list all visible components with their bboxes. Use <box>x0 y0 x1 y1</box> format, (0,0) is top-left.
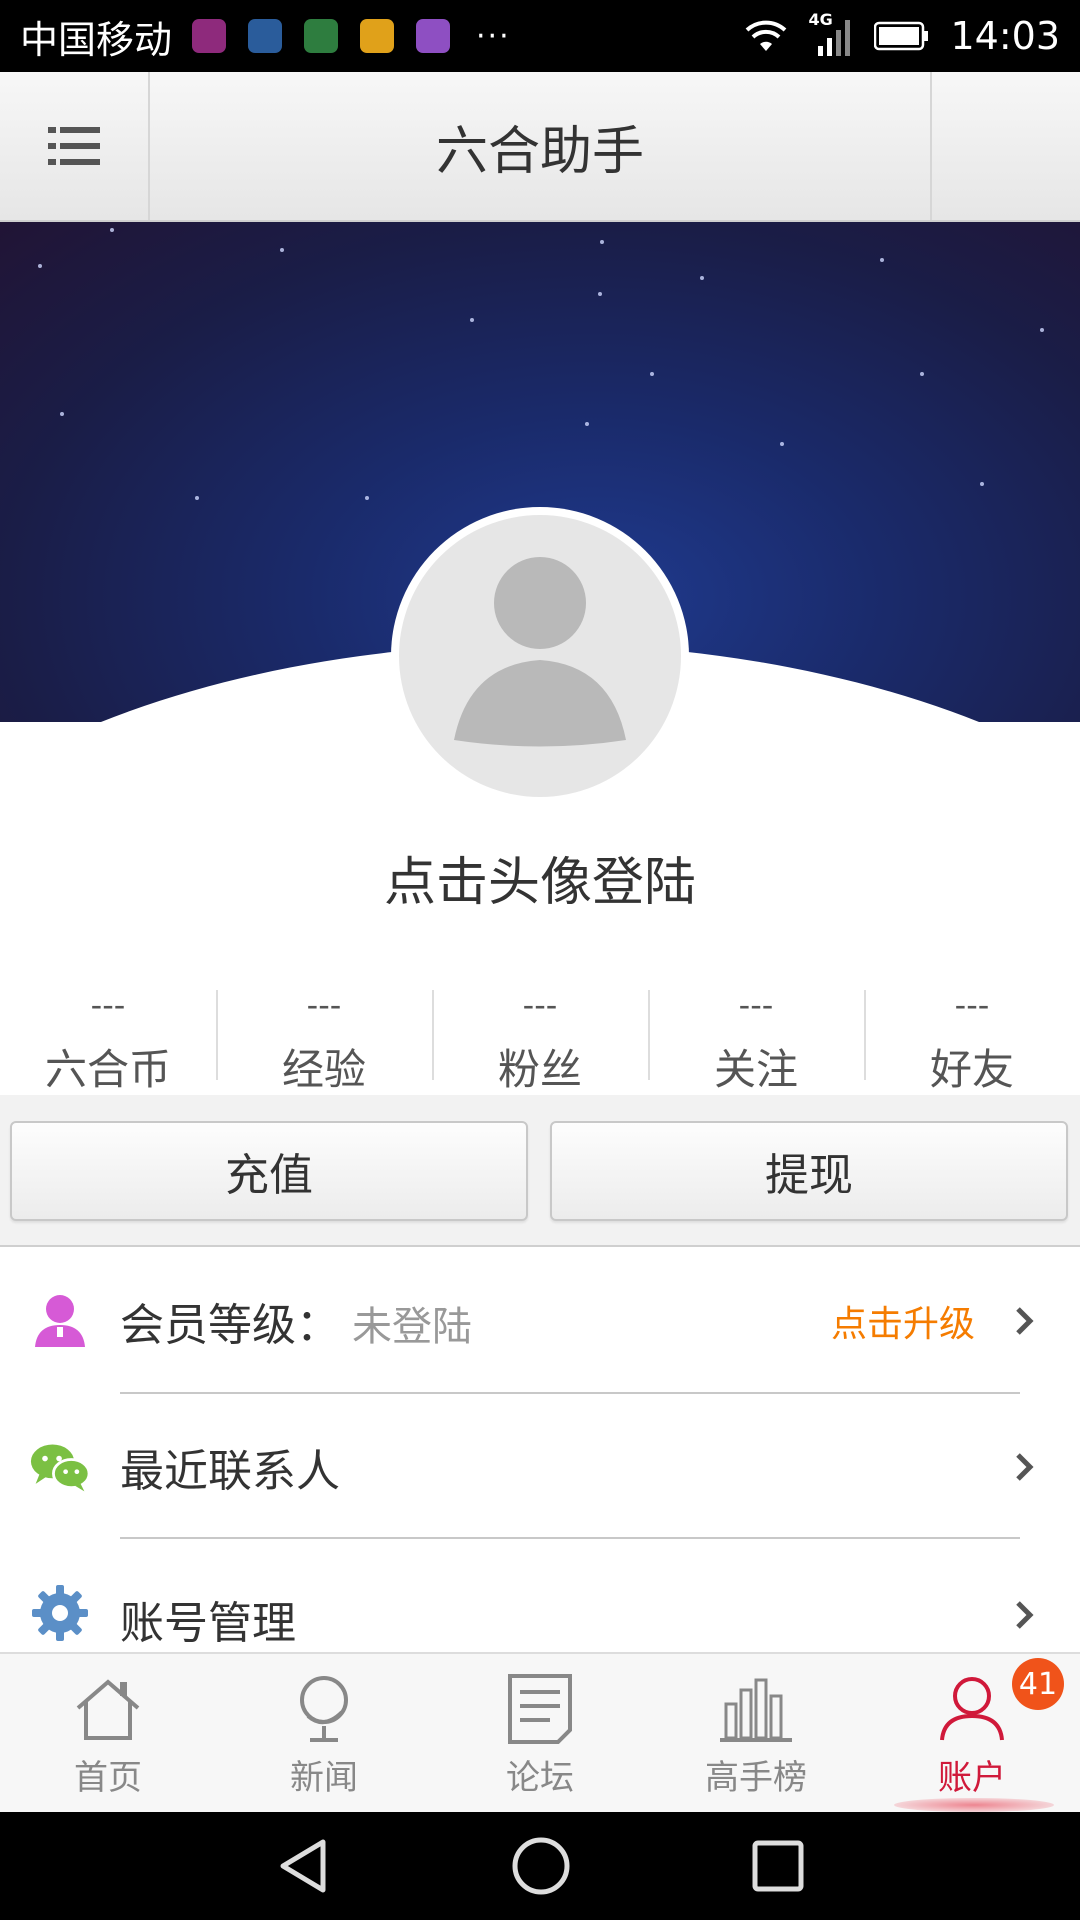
home-button-icon[interactable] <box>511 1836 571 1896</box>
wechat-icon <box>30 1437 90 1497</box>
forum-icon <box>508 1673 572 1744</box>
wallet-icon <box>360 19 395 53</box>
notification-icons: ··· <box>192 19 511 54</box>
globe-icon <box>300 1675 348 1742</box>
user-placeholder-icon <box>454 557 626 747</box>
avatar <box>399 515 681 797</box>
recents-icon[interactable] <box>751 1839 805 1893</box>
nav-news[interactable]: 新闻 <box>216 1654 432 1812</box>
bottom-nav: 首页 新闻 论坛 高手榜 账户 41 <box>0 1652 1080 1812</box>
app-header: 六合助手 <box>0 72 1080 222</box>
health-icon <box>248 19 283 53</box>
home-icon <box>76 1678 140 1740</box>
more-notifications: ··· <box>476 18 511 54</box>
stat-fans[interactable]: --- 粉丝 <box>432 980 648 1095</box>
message-icon <box>304 19 339 53</box>
stat-label: 六合币 <box>44 1045 171 1094</box>
stat-experience[interactable]: --- 经验 <box>216 980 432 1095</box>
gear-icon <box>30 1583 90 1643</box>
withdraw-button[interactable]: 提现 <box>550 1121 1068 1221</box>
membership-level-item[interactable]: 会员等级： 未登陆 点击升级 <box>0 1248 1080 1393</box>
upgrade-link[interactable]: 点击升级 <box>831 1295 975 1347</box>
carrier-name: 中国移动 <box>20 17 173 62</box>
header-right-slot <box>930 72 1080 220</box>
stat-value: --- <box>522 986 558 1024</box>
chevron-right-icon <box>1016 1452 1034 1481</box>
recent-contacts-item[interactable]: 最近联系人 <box>0 1394 1080 1539</box>
nav-forum[interactable]: 论坛 <box>432 1654 648 1812</box>
menu-button[interactable] <box>0 72 150 220</box>
nav-account[interactable]: 账户 41 <box>864 1654 1080 1812</box>
stat-coins[interactable]: --- 六合币 <box>0 980 216 1095</box>
page-title: 六合助手 <box>435 121 644 182</box>
nav-label: 论坛 <box>506 1757 574 1798</box>
chevron-right-icon <box>1016 1601 1034 1629</box>
nav-home[interactable]: 首页 <box>0 1654 216 1812</box>
chevron-right-icon <box>1016 1306 1034 1335</box>
nav-leaderboard[interactable]: 高手榜 <box>648 1654 864 1812</box>
account-management-item[interactable]: 账号管理 <box>0 1539 1080 1651</box>
nav-label: 账户 <box>938 1757 1006 1798</box>
avatar-button[interactable] <box>391 507 689 805</box>
login-prompt[interactable]: 点击头像登陆 <box>0 840 1080 915</box>
account-management-label: 账号管理 <box>120 1598 296 1649</box>
back-icon[interactable] <box>275 1836 331 1896</box>
clock: 14:03 <box>950 14 1060 58</box>
user-icon <box>940 1676 1004 1740</box>
notification-badge: 41 <box>1012 1658 1064 1710</box>
wifi-icon <box>746 20 787 51</box>
signal-icon: 4G <box>808 10 854 56</box>
stat-label: 经验 <box>281 1045 366 1094</box>
stat-value: --- <box>306 986 342 1024</box>
gallery-icon <box>416 19 451 53</box>
stat-following[interactable]: --- 关注 <box>648 980 864 1095</box>
battery-icon <box>874 21 929 51</box>
recharge-button[interactable]: 充值 <box>10 1121 528 1221</box>
leaderboard-icon <box>720 1678 792 1742</box>
nav-label: 首页 <box>74 1757 142 1798</box>
stat-label: 好友 <box>929 1045 1014 1094</box>
stat-friends[interactable]: --- 好友 <box>864 980 1080 1095</box>
membership-label: 会员等级： <box>120 1299 340 1351</box>
membership-status: 未登陆 <box>352 1303 472 1350</box>
stat-value: --- <box>954 986 990 1024</box>
nav-label: 新闻 <box>290 1757 358 1798</box>
nav-label: 高手榜 <box>705 1757 807 1798</box>
recent-contacts-label: 最近联系人 <box>120 1445 340 1497</box>
active-indicator <box>894 1798 1054 1812</box>
stat-label: 关注 <box>713 1045 798 1094</box>
menu-icon <box>48 127 100 165</box>
stat-value: --- <box>738 986 774 1024</box>
stat-value: --- <box>90 986 126 1024</box>
membership-title: 会员等级： 未登陆 <box>120 1289 472 1353</box>
action-buttons: 充值 提现 <box>0 1095 1080 1247</box>
member-icon <box>30 1291 90 1351</box>
stat-label: 粉丝 <box>497 1045 582 1094</box>
emui-icon <box>192 19 227 53</box>
status-bar: 中国移动 ··· 4G 14:03 <box>0 0 1080 72</box>
stats-row: --- 六合币 --- 经验 --- 粉丝 --- 关注 --- 好友 <box>0 980 1080 1095</box>
system-nav-bar <box>0 1812 1080 1920</box>
